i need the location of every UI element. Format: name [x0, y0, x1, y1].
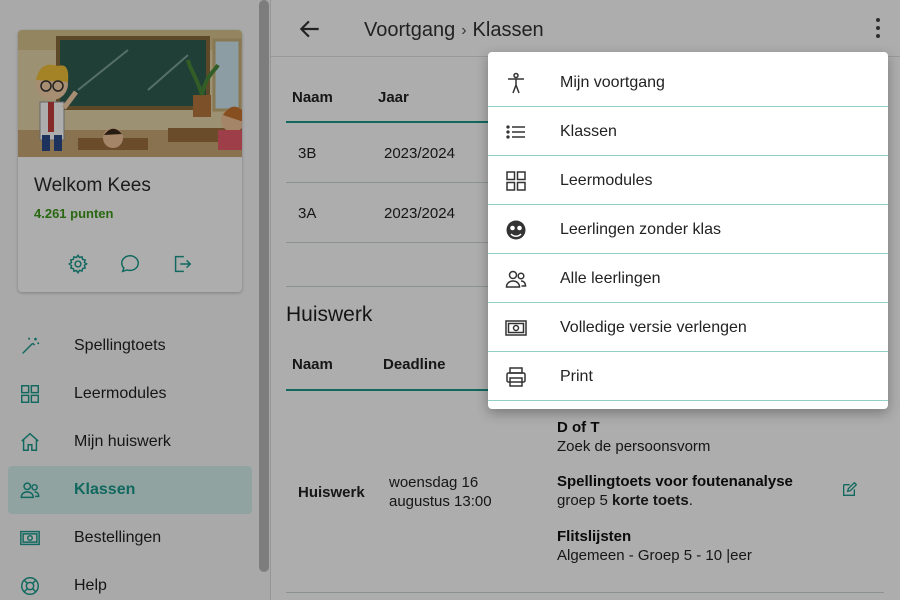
menu-item-label: Mijn voortgang	[560, 73, 665, 91]
menu-item-label: Leerlingen zonder klas	[560, 220, 721, 238]
list-icon	[504, 120, 528, 144]
people-icon	[504, 267, 528, 291]
menu-item-leerlingen-zonder-klas[interactable]: Leerlingen zonder klas	[488, 205, 888, 254]
menu-item-label: Print	[560, 367, 593, 385]
menu-item-label: Klassen	[560, 122, 617, 140]
menu-item-label: Alle leerlingen	[560, 269, 661, 287]
options-menu: Mijn voortgang Klassen Leermodules Leerl…	[488, 52, 888, 409]
grid-icon	[504, 169, 528, 193]
printer-icon	[504, 365, 528, 389]
menu-item-alle-leerlingen[interactable]: Alle leerlingen	[488, 254, 888, 303]
menu-item-leermodules[interactable]: Leermodules	[488, 156, 888, 205]
menu-item-klassen[interactable]: Klassen	[488, 107, 888, 156]
menu-item-volledige-versie-verlengen[interactable]: Volledige versie verlengen	[488, 303, 888, 352]
cash-icon	[504, 316, 528, 340]
menu-item-print[interactable]: Print	[488, 352, 888, 401]
menu-item-mijn-voortgang[interactable]: Mijn voortgang	[488, 58, 888, 107]
menu-item-label: Leermodules	[560, 171, 653, 189]
person-icon	[504, 71, 528, 95]
face-icon	[504, 218, 528, 242]
menu-item-label: Volledige versie verlengen	[560, 318, 747, 336]
